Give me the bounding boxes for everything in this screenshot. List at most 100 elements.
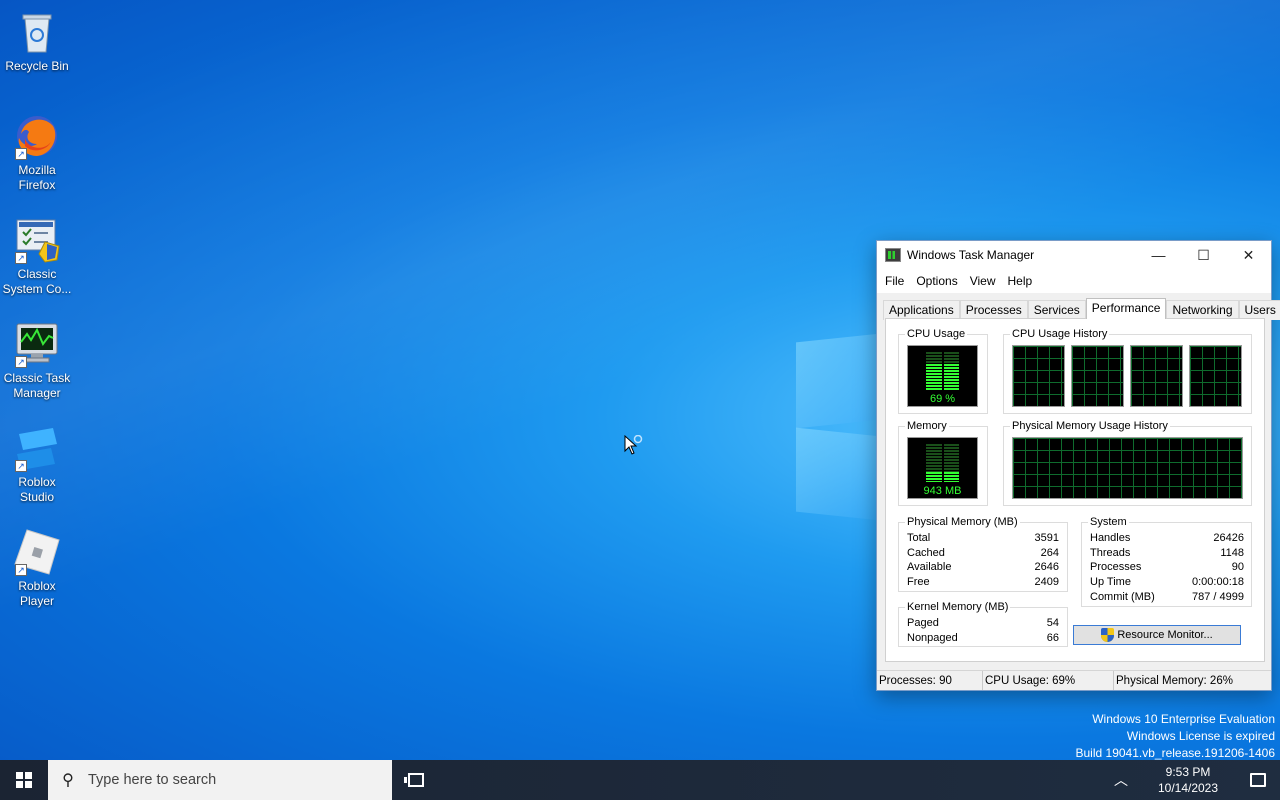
cpu-history-group: CPU Usage History	[1003, 327, 1252, 414]
stat-name: Handles	[1090, 532, 1131, 544]
cpu-history-graph-core-1	[1012, 345, 1065, 407]
stat-name: Paged	[907, 617, 939, 629]
stat-value: 264	[1040, 546, 1059, 559]
status-physical-memory: Physical Memory: 26%	[1116, 675, 1233, 687]
stat-value: 0:00:00:18	[1192, 576, 1244, 589]
menu-help[interactable]: Help	[1002, 274, 1039, 288]
kernel-memory-group: Kernel Memory (MB) Paged 54 Nonpaged 66	[898, 600, 1068, 647]
stat-row: Available 2646	[907, 560, 1059, 575]
desktop-icon-classic-system-config[interactable]: ↗ Classic System Co...	[0, 216, 74, 297]
maximize-button[interactable]: ☐	[1181, 241, 1226, 269]
uac-shield-icon	[1101, 628, 1115, 642]
menu-file[interactable]: File	[879, 274, 910, 288]
stat-name: Nonpaged	[907, 631, 958, 644]
cpu-usage-meter: 69 %	[907, 345, 978, 407]
memory-value: 943 MB	[923, 485, 962, 497]
physical-memory-label: Physical Memory (MB)	[905, 515, 1020, 529]
stat-name: Cached	[907, 546, 945, 559]
cpu-history-graph-core-2	[1071, 345, 1124, 407]
tab-strip: Applications Processes Services Performa…	[883, 298, 1280, 320]
task-view-button[interactable]	[392, 760, 440, 800]
search-icon: ⚲	[62, 772, 74, 789]
cpu-history-graph-core-3	[1130, 345, 1183, 407]
stat-value: 2646	[1034, 561, 1059, 574]
close-button[interactable]: ✕	[1226, 241, 1271, 269]
title-bar[interactable]: Windows Task Manager — ☐ ✕	[877, 241, 1271, 269]
stat-row: Processes 90	[1090, 560, 1244, 575]
menu-view[interactable]: View	[964, 274, 1002, 288]
task-manager-window[interactable]: Windows Task Manager — ☐ ✕ File Options …	[876, 240, 1280, 691]
notification-icon	[1250, 773, 1266, 787]
clock-time: 9:53 PM	[1165, 765, 1211, 779]
search-placeholder: Type here to search	[88, 772, 217, 788]
tab-networking[interactable]: Networking	[1166, 300, 1239, 320]
stat-value: 66	[1046, 631, 1059, 644]
mouse-cursor-icon	[624, 435, 643, 455]
stat-name: Up Time	[1090, 576, 1131, 589]
performance-panel: CPU Usage 69 % CPU Usage History Memory	[885, 318, 1265, 662]
taskbar-clock[interactable]: 9:53 PM 10/14/2023	[1140, 764, 1236, 796]
desktop-icon-label: Classic System Co...	[2, 267, 72, 296]
shortcut-arrow-icon: ↗	[15, 356, 27, 368]
shortcut-arrow-icon: ↗	[15, 460, 27, 472]
system-tray: ︿ 9:53 PM 10/14/2023	[1102, 760, 1280, 800]
tab-processes[interactable]: Processes	[959, 300, 1028, 320]
desktop-icon-roblox-studio[interactable]: ↗ Roblox Studio	[0, 424, 74, 505]
desktop-icon-label: Roblox Studio	[18, 475, 56, 504]
stat-row: Total 3591	[907, 531, 1059, 546]
cpu-usage-group: CPU Usage 69 %	[898, 327, 988, 414]
shortcut-arrow-icon: ↗	[15, 564, 27, 576]
desktop-icon-recycle-bin[interactable]: Recycle Bin	[0, 8, 74, 74]
stat-row: Paged 54	[907, 616, 1059, 631]
desktop-icon-roblox-player[interactable]: ↗ Roblox Player	[0, 528, 74, 609]
menu-options[interactable]: Options	[910, 274, 963, 288]
action-center-button[interactable]	[1236, 773, 1280, 787]
desktop-icon-classic-task-manager[interactable]: ↗ Classic Task Manager	[0, 320, 74, 401]
status-processes: Processes: 90	[877, 671, 983, 690]
tab-applications[interactable]: Applications	[883, 300, 960, 320]
watermark-edition: Windows 10 Enterprise Evaluation	[1092, 712, 1275, 726]
stat-name: Total	[907, 532, 931, 544]
stat-value: 90	[1231, 561, 1244, 574]
resource-monitor-button[interactable]: Resource Monitor...	[1073, 625, 1241, 645]
start-button[interactable]	[0, 760, 48, 800]
firefox-icon: ↗	[13, 112, 61, 160]
tab-performance[interactable]: Performance	[1085, 298, 1167, 319]
stat-name: Threads	[1090, 546, 1131, 559]
memory-label: Memory	[905, 419, 949, 433]
status-cpu-usage: CPU Usage: 69%	[983, 671, 1114, 690]
shortcut-arrow-icon: ↗	[15, 252, 27, 264]
cpu-usage-label: CPU Usage	[905, 327, 968, 341]
task-view-icon	[404, 773, 424, 787]
stat-row: Commit (MB) 787 / 4999	[1090, 590, 1244, 605]
minimize-button[interactable]: —	[1136, 241, 1181, 269]
cpu-history-graph-core-4	[1189, 345, 1242, 407]
task-manager-app-icon	[885, 248, 901, 262]
show-hidden-icons-chevron-icon[interactable]: ︿	[1102, 770, 1140, 790]
recycle-bin-icon	[13, 8, 61, 56]
stat-row: Free 2409	[907, 575, 1059, 590]
tab-users[interactable]: Users	[1238, 300, 1280, 320]
stat-value: 2409	[1034, 576, 1059, 589]
cpu-history-label: CPU Usage History	[1010, 327, 1110, 341]
watermark-license: Windows License is expired	[1126, 729, 1275, 743]
stat-row: Nonpaged 66	[907, 631, 1059, 646]
stat-name: Free	[907, 576, 930, 589]
tab-services[interactable]: Services	[1027, 300, 1086, 320]
stat-value: 54	[1046, 617, 1059, 629]
task-manager-icon: ↗	[13, 320, 61, 368]
system-label: System	[1088, 515, 1129, 529]
taskbar-search-box[interactable]: ⚲ Type here to search	[48, 760, 392, 800]
status-bar: Processes: 90 CPU Usage: 69% Physical Me…	[877, 670, 1271, 690]
stat-name: Available	[907, 561, 952, 574]
desktop-icon-label: Classic Task Manager	[3, 371, 71, 400]
shortcut-arrow-icon: ↗	[15, 148, 27, 160]
desktop-icon-label: Mozilla Firefox	[18, 163, 56, 192]
stat-value: 787 / 4999	[1192, 590, 1244, 603]
roblox-player-icon: ↗	[13, 528, 61, 576]
taskbar: ⚲ Type here to search ︿ 9:53 PM 10/14/20…	[0, 760, 1280, 800]
stat-row: Up Time 0:00:00:18	[1090, 575, 1244, 590]
desktop-icon-firefox[interactable]: ↗ Mozilla Firefox	[0, 112, 74, 193]
system-stats: Handles 26426 Threads 1148 Processes 90 Up …	[1090, 531, 1244, 605]
stat-name: Commit (MB)	[1090, 590, 1155, 603]
